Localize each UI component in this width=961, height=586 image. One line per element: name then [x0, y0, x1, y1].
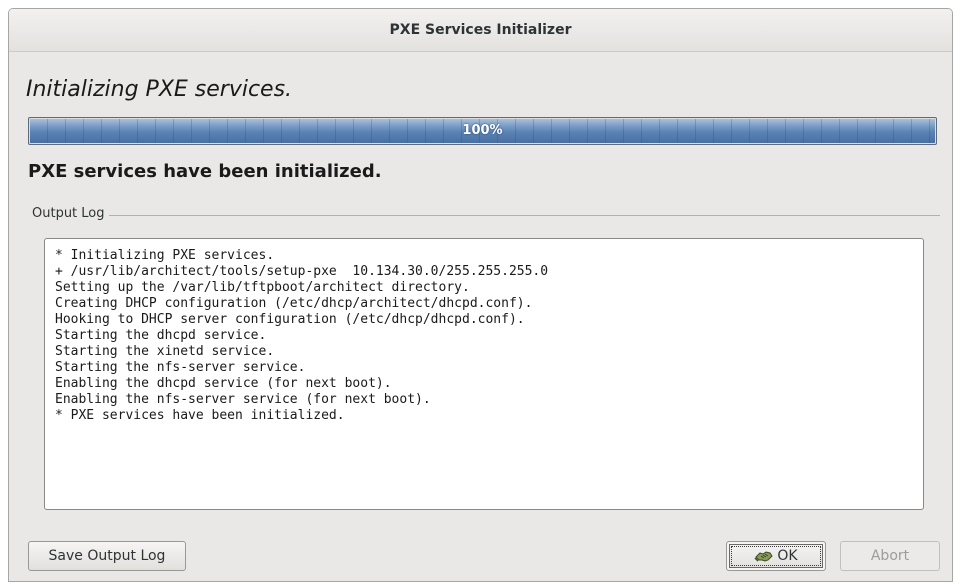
dialog-window: PXE Services Initializer Initializing PX… [8, 8, 953, 582]
log-line: Starting the nfs-server service. [55, 360, 306, 375]
log-line: Setting up the /var/lib/tftpboot/archite… [55, 280, 470, 295]
progress-label: 100% [462, 123, 503, 138]
log-line: Starting the dhcpd service. [55, 328, 267, 343]
output-log-label: Output Log [32, 206, 109, 221]
log-line: * PXE services have been initialized. [55, 408, 345, 423]
page-heading: Initializing PXE services. [26, 77, 293, 102]
log-line: Hooking to DHCP server configuration (/e… [55, 312, 525, 327]
ok-button[interactable]: OK [726, 541, 826, 571]
log-line: * Initializing PXE services. [55, 248, 275, 263]
output-log-textarea[interactable]: * Initializing PXE services. + /usr/lib/… [44, 238, 924, 510]
status-message: PXE services have been initialized. [28, 161, 382, 182]
progress-bar: 100% [28, 117, 937, 145]
output-log-divider [109, 215, 940, 216]
log-line: Enabling the nfs-server service (for nex… [55, 392, 431, 407]
ok-button-label: OK [777, 548, 798, 564]
focus-ring [731, 546, 821, 566]
log-line: Starting the xinetd service. [55, 344, 275, 359]
save-output-log-button[interactable]: Save Output Log [28, 541, 186, 571]
window-title: PXE Services Initializer [9, 9, 952, 52]
log-line: Enabling the dhcpd service (for next boo… [55, 376, 392, 391]
abort-button[interactable]: Abort [840, 541, 940, 571]
handshake-icon [754, 548, 774, 564]
log-line: + /usr/lib/architect/tools/setup-pxe 10.… [55, 264, 549, 279]
log-line: Creating DHCP configuration (/etc/dhcp/a… [55, 296, 533, 311]
